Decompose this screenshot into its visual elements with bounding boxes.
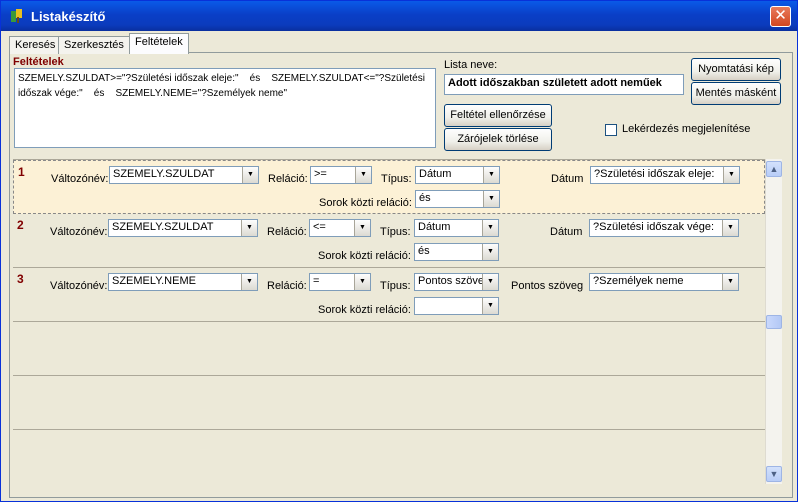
row-number: 3 xyxy=(17,272,24,286)
row-relation-select[interactable]: és ▼ xyxy=(415,190,500,208)
dropdown-arrow-icon: ▼ xyxy=(482,298,498,314)
clear-brackets-button[interactable]: Zárójelek törlése xyxy=(444,128,552,151)
value-value: ?Születési időszak vége: xyxy=(593,221,715,233)
condition-row: 3 Változónév: SZEMELY.NEME ▼ Reláció: = ▼ … xyxy=(13,268,765,322)
type-value: Dátum xyxy=(419,168,452,180)
scroll-thumb[interactable] xyxy=(766,315,782,329)
row-number: 1 xyxy=(18,165,25,179)
window: Listakészítő ✕ Keresés Szerkesztés Felté… xyxy=(0,0,798,502)
type-label: Típus: xyxy=(381,173,412,185)
type-select[interactable]: Pontos szöve ▼ xyxy=(414,273,499,291)
variable-value: SZEMELY.NEME xyxy=(112,275,196,287)
vertical-scrollbar[interactable]: ▲ ▼ xyxy=(765,159,782,484)
dropdown-arrow-icon: ▼ xyxy=(482,220,498,236)
row-relation-value: és xyxy=(418,245,430,257)
relation-label: Reláció: xyxy=(268,173,308,185)
dropdown-arrow-icon: ▼ xyxy=(483,167,499,183)
dropdown-arrow-icon: ▼ xyxy=(241,220,257,236)
value-label: Dátum xyxy=(551,173,584,185)
title-bar[interactable]: Listakészítő ✕ xyxy=(1,1,797,31)
variable-select[interactable]: SZEMELY.SZULDAT ▼ xyxy=(109,166,259,184)
dropdown-arrow-icon: ▼ xyxy=(723,167,739,183)
row-relation-select[interactable]: ▼ xyxy=(414,297,499,315)
variable-label: Változónév: xyxy=(50,226,108,238)
relation-label: Reláció: xyxy=(267,280,307,292)
type-select[interactable]: Dátum ▼ xyxy=(414,219,499,237)
list-name-input[interactable]: Adott időszakban született adott neműek xyxy=(444,74,684,95)
scroll-down-button[interactable]: ▼ xyxy=(766,466,782,482)
tab-search[interactable]: Keresés xyxy=(9,36,62,54)
close-button[interactable]: ✕ xyxy=(770,6,791,27)
variable-select[interactable]: SZEMELY.NEME ▼ xyxy=(108,273,258,291)
dropdown-arrow-icon: ▼ xyxy=(241,274,257,290)
row-relation-label: Sorok közti reláció: xyxy=(319,197,412,209)
dropdown-arrow-icon: ▼ xyxy=(355,167,371,183)
save-as-button[interactable]: Mentés másként xyxy=(691,82,781,105)
condition-row: 2 Változónév: SZEMELY.SZULDAT ▼ Reláció: … xyxy=(13,214,765,268)
relation-value: = xyxy=(313,275,320,287)
variable-label: Változónév: xyxy=(50,280,108,292)
conditions-grid: 1 Változónév: SZEMELY.SZULDAT ▼ Reláció: … xyxy=(13,159,765,484)
check-condition-button[interactable]: Feltétel ellenőrzése xyxy=(444,104,552,127)
variable-value: SZEMELY.SZULDAT xyxy=(112,221,214,233)
value-select[interactable]: ?Születési időszak eleje: ▼ xyxy=(590,166,740,184)
conditions-section-label: Feltételek xyxy=(13,56,64,68)
type-label: Típus: xyxy=(380,280,411,292)
variable-value: SZEMELY.SZULDAT xyxy=(113,168,215,180)
row-relation-label: Sorok közti reláció: xyxy=(318,304,411,316)
tab-conditions[interactable]: Feltételek xyxy=(129,33,189,54)
variable-label: Változónév: xyxy=(51,173,109,185)
dropdown-arrow-icon: ▼ xyxy=(483,191,499,207)
dropdown-arrow-icon: ▼ xyxy=(354,220,370,236)
relation-select[interactable]: = ▼ xyxy=(309,273,371,291)
value-select[interactable]: ?Születési időszak vége: ▼ xyxy=(589,219,739,237)
dropdown-arrow-icon: ▼ xyxy=(482,274,498,290)
type-value: Dátum xyxy=(418,221,451,233)
dropdown-arrow-icon: ▼ xyxy=(242,167,258,183)
variable-select[interactable]: SZEMELY.SZULDAT ▼ xyxy=(108,219,258,237)
type-select[interactable]: Dátum ▼ xyxy=(415,166,500,184)
value-value: ?Személyek neme xyxy=(593,275,684,287)
row-number: 2 xyxy=(17,218,24,232)
value-label: Dátum xyxy=(550,226,583,238)
condition-expression-field[interactable]: SZEMELY.SZULDAT>="?Születési időszak ele… xyxy=(14,68,436,148)
empty-row-divider xyxy=(13,375,765,376)
app-icon xyxy=(11,9,22,23)
window-title: Listakészítő xyxy=(31,9,106,24)
show-query-checkbox[interactable] xyxy=(605,124,617,136)
type-value: Pontos szöve xyxy=(418,275,485,287)
scroll-up-button[interactable]: ▲ xyxy=(766,161,782,177)
tab-edit[interactable]: Szerkesztés xyxy=(58,36,130,54)
dropdown-arrow-icon: ▼ xyxy=(482,244,498,260)
print-view-button[interactable]: Nyomtatási kép xyxy=(691,58,781,81)
row-relation-label: Sorok közti reláció: xyxy=(318,250,411,262)
row-relation-value: és xyxy=(419,192,431,204)
list-name-label: Lista neve: xyxy=(444,59,498,71)
value-label: Pontos szöveg xyxy=(511,280,584,292)
value-select[interactable]: ?Személyek neme ▼ xyxy=(589,273,739,291)
type-label: Típus: xyxy=(380,226,411,238)
row-relation-select[interactable]: és ▼ xyxy=(414,243,499,261)
relation-label: Reláció: xyxy=(267,226,307,238)
show-query-label: Lekérdezés megjelenítése xyxy=(622,123,751,135)
value-value: ?Születési időszak eleje: xyxy=(594,168,715,180)
relation-select[interactable]: >= ▼ xyxy=(310,166,372,184)
empty-row-divider xyxy=(13,429,765,430)
relation-select[interactable]: <= ▼ xyxy=(309,219,371,237)
dropdown-arrow-icon: ▼ xyxy=(722,274,738,290)
condition-row: 1 Változónév: SZEMELY.SZULDAT ▼ Reláció: … xyxy=(13,160,765,214)
dropdown-arrow-icon: ▼ xyxy=(722,220,738,236)
relation-value: <= xyxy=(313,221,326,233)
dropdown-arrow-icon: ▼ xyxy=(354,274,370,290)
relation-value: >= xyxy=(314,168,327,180)
